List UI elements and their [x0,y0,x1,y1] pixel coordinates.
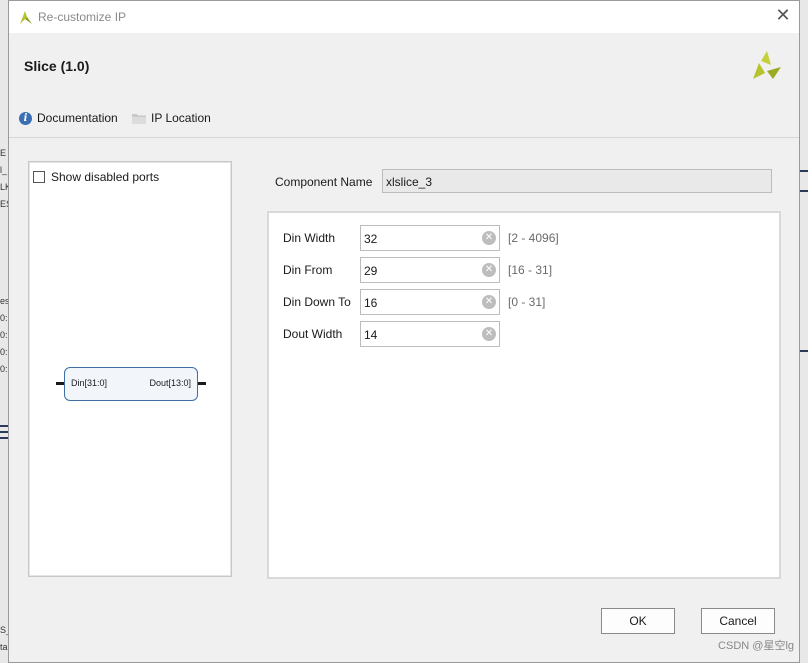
parameters-panel: Din Width 32 ✕ [2 - 4096] Din From 29 ✕ … [267,211,781,579]
din-width-range: [2 - 4096] [508,231,559,245]
bg-text: 0: [0,347,8,357]
din-port-label: Din[31:0] [71,378,108,388]
dout-port-label: Dout[13:0] [149,378,191,388]
din-from-range: [16 - 31] [508,263,553,277]
bg-wire [0,425,8,427]
din-down-to-range: [0 - 31] [508,295,546,309]
bg-text: 0: [0,313,8,323]
brand-logo-icon [753,51,781,79]
recustomize-ip-dialog: Re-customize IP ✕ Slice (1.0) i Document… [8,0,800,663]
din-from-value: 29 [364,264,378,278]
bg-wire [800,190,808,192]
cancel-button[interactable]: Cancel [701,608,775,634]
ok-button[interactable]: OK [601,608,675,634]
din-from-input[interactable]: 29 ✕ [360,257,500,283]
show-disabled-ports-row[interactable]: Show disabled ports [33,170,159,184]
bg-text: E [0,148,7,158]
component-name-label: Component Name [275,175,373,189]
clear-icon[interactable]: ✕ [482,231,496,245]
bg-text: l_ [0,165,8,175]
bg-wire [0,431,8,433]
ip-block-symbol: Din[31:0] Dout[13:0] [64,367,198,401]
din-width-input[interactable]: 32 ✕ [360,225,500,251]
ip-location-label: IP Location [151,111,211,125]
show-disabled-ports-checkbox[interactable] [33,171,45,183]
bg-wire [800,170,808,172]
bg-wire [800,350,808,352]
param-row-din-from: Din From 29 ✕ [16 - 31] [283,257,763,283]
dout-port-pin [198,382,206,385]
param-row-dout-width: Dout Width 14 ✕ [283,321,763,347]
din-down-to-input[interactable]: 16 ✕ [360,289,500,315]
clear-icon[interactable]: ✕ [482,263,496,277]
din-from-label: Din From [283,263,333,277]
clear-icon[interactable]: ✕ [482,327,496,341]
dout-width-input[interactable]: 14 ✕ [360,321,500,347]
ip-header: Slice (1.0) i Documentation IP Location [9,33,799,138]
info-icon: i [19,111,32,125]
dout-width-label: Dout Width [283,327,343,341]
din-down-to-label: Din Down To [283,295,351,309]
param-row-din-width: Din Width 32 ✕ [2 - 4096] [283,225,763,251]
ip-name-title: Slice (1.0) [24,58,90,74]
show-disabled-ports-label: Show disabled ports [51,170,160,184]
din-down-to-value: 16 [364,296,378,310]
bg-text: 0: [0,364,8,374]
param-row-din-down-to: Din Down To 16 ✕ [0 - 31] [283,289,763,315]
component-name-field[interactable]: xlslice_3 [382,169,772,193]
bg-text: ta [0,642,8,652]
app-logo-icon [20,11,32,24]
din-width-value: 32 [364,232,378,246]
watermark-text: CSDN @星空lg [718,640,794,652]
ip-symbol-panel: Show disabled ports Din[31:0] Dout[13:0] [28,161,232,577]
bg-text: 0: [0,330,8,340]
documentation-label: Documentation [37,111,118,125]
bg-wire [0,437,8,439]
window-title: Re-customize IP [38,10,127,24]
ip-location-link[interactable]: IP Location [132,110,211,126]
din-port-pin [56,382,64,385]
dout-width-value: 14 [364,328,378,342]
folder-icon [132,113,146,124]
title-bar: Re-customize IP ✕ [9,1,799,33]
documentation-link[interactable]: i Documentation [19,110,118,126]
close-icon[interactable]: ✕ [773,7,793,27]
din-width-label: Din Width [283,231,336,245]
clear-icon[interactable]: ✕ [482,295,496,309]
